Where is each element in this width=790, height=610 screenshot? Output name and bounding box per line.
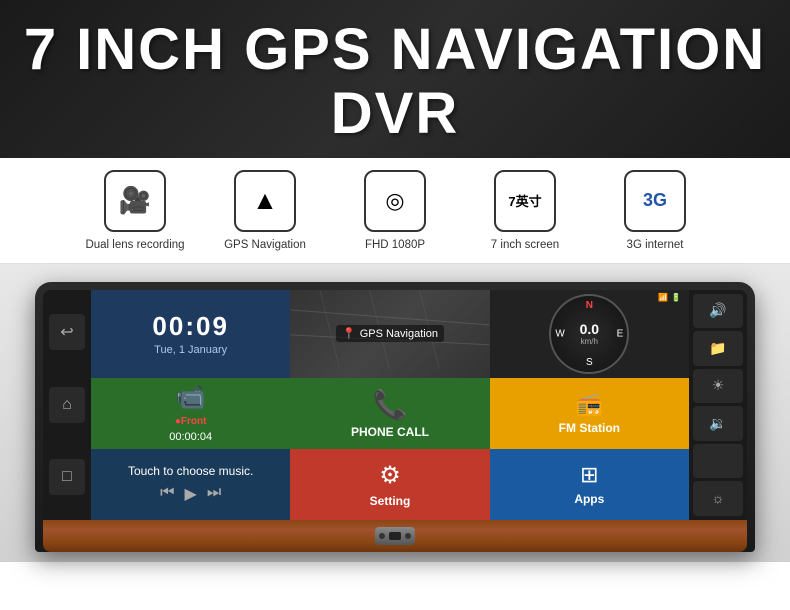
speed-unit: km/h [581, 337, 598, 346]
back-icon: ↩ [60, 322, 73, 342]
phone-label: PHONE CALL [351, 425, 429, 439]
back-button[interactable]: ↩ [49, 314, 85, 350]
status-bar: 📶 🔋 [95, 292, 685, 304]
next-track-button[interactable]: ⏭ [207, 484, 221, 504]
header-section: 7 INCH GPS NAVIGATION DVR [0, 0, 790, 158]
screen-size-icon-box: 7英寸 [494, 170, 556, 232]
screen-size-label: 7 inch screen [491, 238, 559, 253]
music-text: Touch to choose music. [128, 464, 253, 478]
phone-cell[interactable]: 📞 PHONE CALL [290, 378, 489, 449]
recent-apps-button[interactable]: □ [49, 459, 85, 495]
apps-cell[interactable]: ⊞ Apps [490, 449, 689, 520]
3g-icon-box: 3G [624, 170, 686, 232]
screen-size-icon: 7英寸 [508, 191, 541, 210]
volume-up-icon: 🔊 [709, 302, 726, 319]
feature-gps: ▲ GPS Navigation [200, 170, 330, 253]
feature-fhd: ◎ FHD 1080P [330, 170, 460, 253]
settings-cell[interactable]: ⚙ Setting [290, 449, 489, 520]
fhd-label: FHD 1080P [365, 238, 425, 253]
date-display: Tue, 1 January [154, 344, 227, 356]
wifi-status-icon: 📶 [658, 293, 668, 302]
volume-up-button[interactable]: 🔊 [693, 294, 743, 329]
battery-icon: 🔋 [671, 293, 681, 302]
btn-dot-2 [405, 533, 411, 539]
time-display: 00:09 [152, 311, 229, 342]
device-screen: 📶 🔋 ↩ ⌂ □ 00:09 Tue, 1 [43, 290, 747, 520]
left-sidebar: ↩ ⌂ □ [43, 290, 91, 520]
compass-east: E [617, 328, 624, 339]
gps-icon-box: ▲ [234, 170, 296, 232]
power-button[interactable] [375, 527, 415, 545]
record-camera-icon: 📹 [176, 383, 206, 412]
settings-label: Setting [370, 494, 411, 508]
fhd-icon: ◎ [385, 188, 404, 214]
brightness-down-icon: ☼ [712, 490, 725, 506]
speed-display: 0.0 [580, 321, 599, 337]
phone-icon: 📞 [373, 388, 408, 421]
brightness-down-button[interactable]: ☼ [693, 481, 743, 516]
fm-cell[interactable]: 📻 FM Station [490, 378, 689, 449]
compass-center: 0.0 km/h [580, 321, 599, 346]
play-button[interactable]: ▶ [185, 484, 197, 504]
features-bar: 🎥 Dual lens recording ▲ GPS Navigation ◎… [0, 158, 790, 264]
btn-rect [389, 532, 401, 540]
recent-icon: □ [62, 468, 72, 486]
fhd-icon-box: ◎ [364, 170, 426, 232]
gps-pin-icon: 📍 [342, 327, 356, 340]
volume-down-button[interactable]: 🔉 [693, 406, 743, 441]
dual-lens-icon-box: 🎥 [104, 170, 166, 232]
compass-south: S [586, 357, 593, 368]
home-icon: ⌂ [62, 396, 72, 414]
3g-icon: 3G [643, 190, 667, 211]
music-controls: ⏮ ▶ ⏭ [160, 484, 221, 504]
fm-icon: 📻 [576, 391, 603, 417]
record-cell[interactable]: 📹 ●Front 00:00:04 [91, 378, 290, 449]
record-time: 00:00:04 [169, 431, 212, 443]
compass-west: W [555, 328, 564, 339]
dual-lens-label: Dual lens recording [85, 238, 184, 253]
gps-nav-label: 📍 GPS Navigation [336, 325, 444, 342]
brightness-up-icon: ☀ [712, 377, 725, 394]
feature-3g: 3G 3G internet [590, 170, 720, 253]
apps-label: Apps [574, 492, 604, 506]
folder-button[interactable]: 📁 [693, 331, 743, 366]
device-section: 📶 🔋 ↩ ⌂ □ 00:09 Tue, 1 [0, 264, 790, 562]
dual-lens-icon: 🎥 [119, 185, 151, 216]
music-cell[interactable]: Touch to choose music. ⏮ ▶ ⏭ [91, 449, 290, 520]
blank-ctrl-1 [693, 444, 743, 479]
btn-dot-1 [379, 533, 385, 539]
record-dot-label: ●Front [175, 416, 207, 427]
settings-gear-icon: ⚙ [379, 461, 401, 490]
compass-dial: N S E W 0.0 km/h [549, 294, 629, 374]
volume-down-icon: 🔉 [709, 415, 726, 432]
prev-track-button[interactable]: ⏮ [160, 484, 174, 504]
folder-icon: 📁 [709, 340, 726, 357]
gps-label: GPS Navigation [224, 238, 306, 253]
feature-screen-size: 7英寸 7 inch screen [460, 170, 590, 253]
fm-label: FM Station [559, 421, 620, 435]
gps-nav-icon: ▲ [252, 185, 278, 216]
apps-grid-icon: ⊞ [580, 462, 598, 488]
device-shell: 📶 🔋 ↩ ⌂ □ 00:09 Tue, 1 [35, 282, 755, 552]
screen-grid: 00:09 Tue, 1 January 📍 GPS Navigation [91, 290, 689, 520]
3g-label: 3G internet [627, 238, 684, 253]
home-button[interactable]: ⌂ [49, 387, 85, 423]
wood-panel [43, 520, 747, 552]
feature-dual-lens: 🎥 Dual lens recording [70, 170, 200, 253]
right-controls: 🔊 📁 ☀ 🔉 ☼ [689, 290, 747, 520]
page-title: 7 INCH GPS NAVIGATION DVR [20, 18, 770, 146]
brightness-up-button[interactable]: ☀ [693, 369, 743, 404]
